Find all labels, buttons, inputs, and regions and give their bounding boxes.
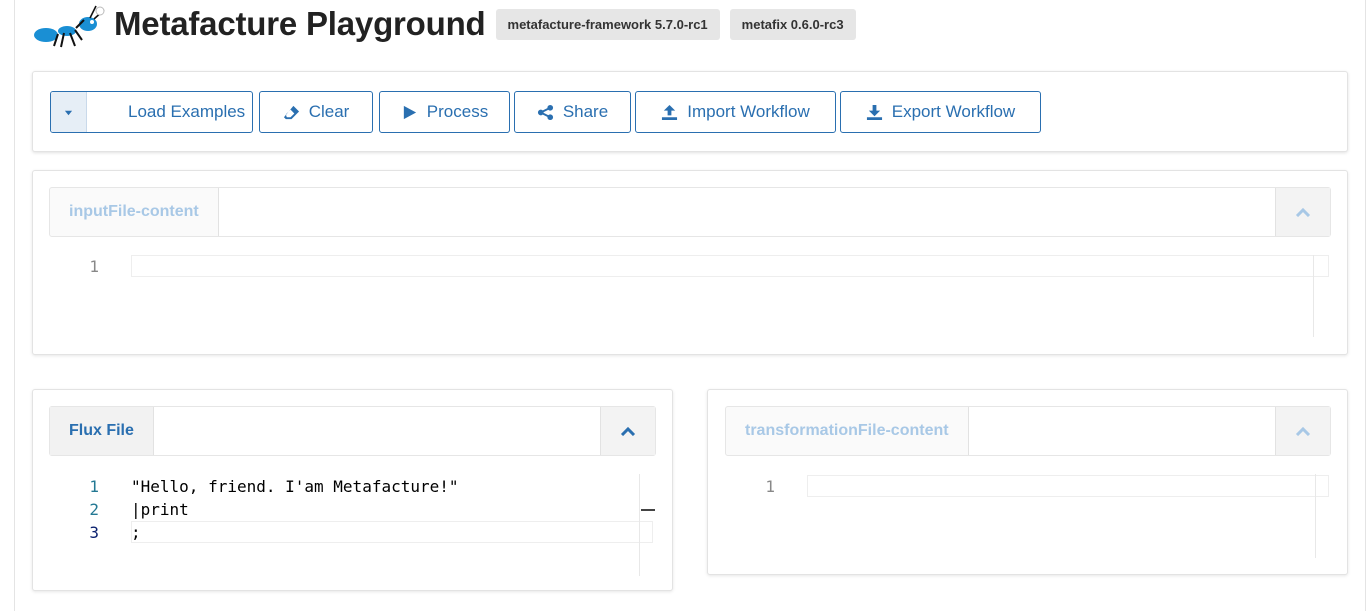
transformation-file-panel: transformationFile-content 1 bbox=[707, 389, 1348, 575]
chevron-up-icon bbox=[1295, 426, 1311, 436]
editor-line: 3 ; bbox=[49, 521, 140, 544]
line-number: 1 bbox=[765, 477, 775, 496]
input-file-editor[interactable]: 1 bbox=[49, 255, 1333, 339]
toolbar: Load Examples Clear Process Share Import… bbox=[32, 71, 1348, 152]
transformation-file-editor[interactable]: 1 bbox=[725, 474, 1332, 560]
code-line: |print bbox=[131, 500, 189, 519]
overview-ruler-cursor bbox=[641, 509, 655, 511]
framework-version-badge: metafacture-framework 5.7.0-rc1 bbox=[495, 8, 720, 40]
current-line-highlight bbox=[131, 255, 1329, 277]
input-file-tabbar: inputFile-content bbox=[49, 187, 1331, 237]
editor-scrollbar[interactable] bbox=[1315, 474, 1316, 558]
flux-file-tabbar: Flux File bbox=[49, 406, 656, 456]
upload-icon bbox=[662, 104, 678, 120]
process-label: Process bbox=[426, 102, 489, 121]
ant-logo-icon bbox=[34, 5, 105, 48]
tab-flux-file[interactable]: Flux File bbox=[50, 407, 154, 455]
input-file-panel: inputFile-content 1 bbox=[32, 170, 1348, 355]
export-workflow-button[interactable]: Export Workflow bbox=[840, 91, 1041, 133]
share-label: Share bbox=[562, 102, 609, 121]
tab-transformation-file-content[interactable]: transformationFile-content bbox=[726, 407, 969, 455]
code-line: ; bbox=[131, 523, 141, 542]
tab-input-file-content[interactable]: inputFile-content bbox=[50, 188, 219, 236]
load-examples-label: Load Examples bbox=[128, 102, 246, 121]
editor-line: 1 "Hello, friend. I'am Metafacture!" bbox=[49, 475, 458, 498]
import-workflow-button[interactable]: Import Workflow bbox=[635, 91, 836, 133]
caret-down-icon[interactable] bbox=[51, 92, 87, 132]
page-header: Metafacture Playground metafacture-frame… bbox=[30, 0, 856, 48]
share-icon bbox=[537, 104, 553, 120]
editor-line: 1 bbox=[725, 475, 775, 498]
flux-panel-collapse-button[interactable] bbox=[600, 407, 655, 455]
code-line: "Hello, friend. I'am Metafacture!" bbox=[131, 477, 459, 496]
current-line-highlight bbox=[131, 521, 653, 543]
editor-line: 1 bbox=[49, 255, 99, 278]
left-gutter-line bbox=[14, 0, 15, 611]
metafix-version-badge: metafix 0.6.0-rc3 bbox=[729, 8, 856, 40]
transformation-panel-collapse-button[interactable] bbox=[1275, 407, 1330, 455]
download-icon bbox=[866, 104, 882, 120]
right-gutter-line bbox=[1365, 0, 1366, 611]
line-number: 1 bbox=[89, 257, 99, 276]
share-button[interactable]: Share bbox=[514, 91, 631, 133]
play-icon bbox=[403, 105, 416, 119]
clear-button[interactable]: Clear bbox=[259, 91, 373, 133]
editor-scrollbar[interactable] bbox=[639, 474, 640, 576]
page-title: Metafacture Playground bbox=[114, 5, 486, 42]
flux-file-editor[interactable]: 1 "Hello, friend. I'am Metafacture!" 2 |… bbox=[49, 474, 657, 576]
chevron-up-icon bbox=[620, 426, 636, 436]
editor-line: 2 |print bbox=[49, 498, 188, 521]
line-number: 1 bbox=[89, 477, 99, 496]
line-number: 2 bbox=[89, 500, 99, 519]
load-examples-button[interactable]: Load Examples bbox=[50, 91, 253, 133]
editor-scrollbar[interactable] bbox=[1313, 255, 1314, 337]
chevron-up-icon bbox=[1295, 207, 1311, 217]
clear-label: Clear bbox=[308, 102, 350, 121]
eraser-icon bbox=[283, 105, 299, 119]
input-panel-collapse-button[interactable] bbox=[1275, 188, 1330, 236]
transformation-file-tabbar: transformationFile-content bbox=[725, 406, 1331, 456]
flux-file-panel: Flux File 1 "Hello, friend. I'am Metafac… bbox=[32, 389, 673, 591]
line-number: 3 bbox=[89, 523, 99, 542]
current-line-highlight bbox=[807, 475, 1329, 497]
process-button[interactable]: Process bbox=[379, 91, 510, 133]
import-workflow-label: Import Workflow bbox=[687, 102, 810, 121]
export-workflow-label: Export Workflow bbox=[891, 102, 1016, 121]
metafacture-playground-page: Metafacture Playground metafacture-frame… bbox=[0, 0, 1372, 611]
